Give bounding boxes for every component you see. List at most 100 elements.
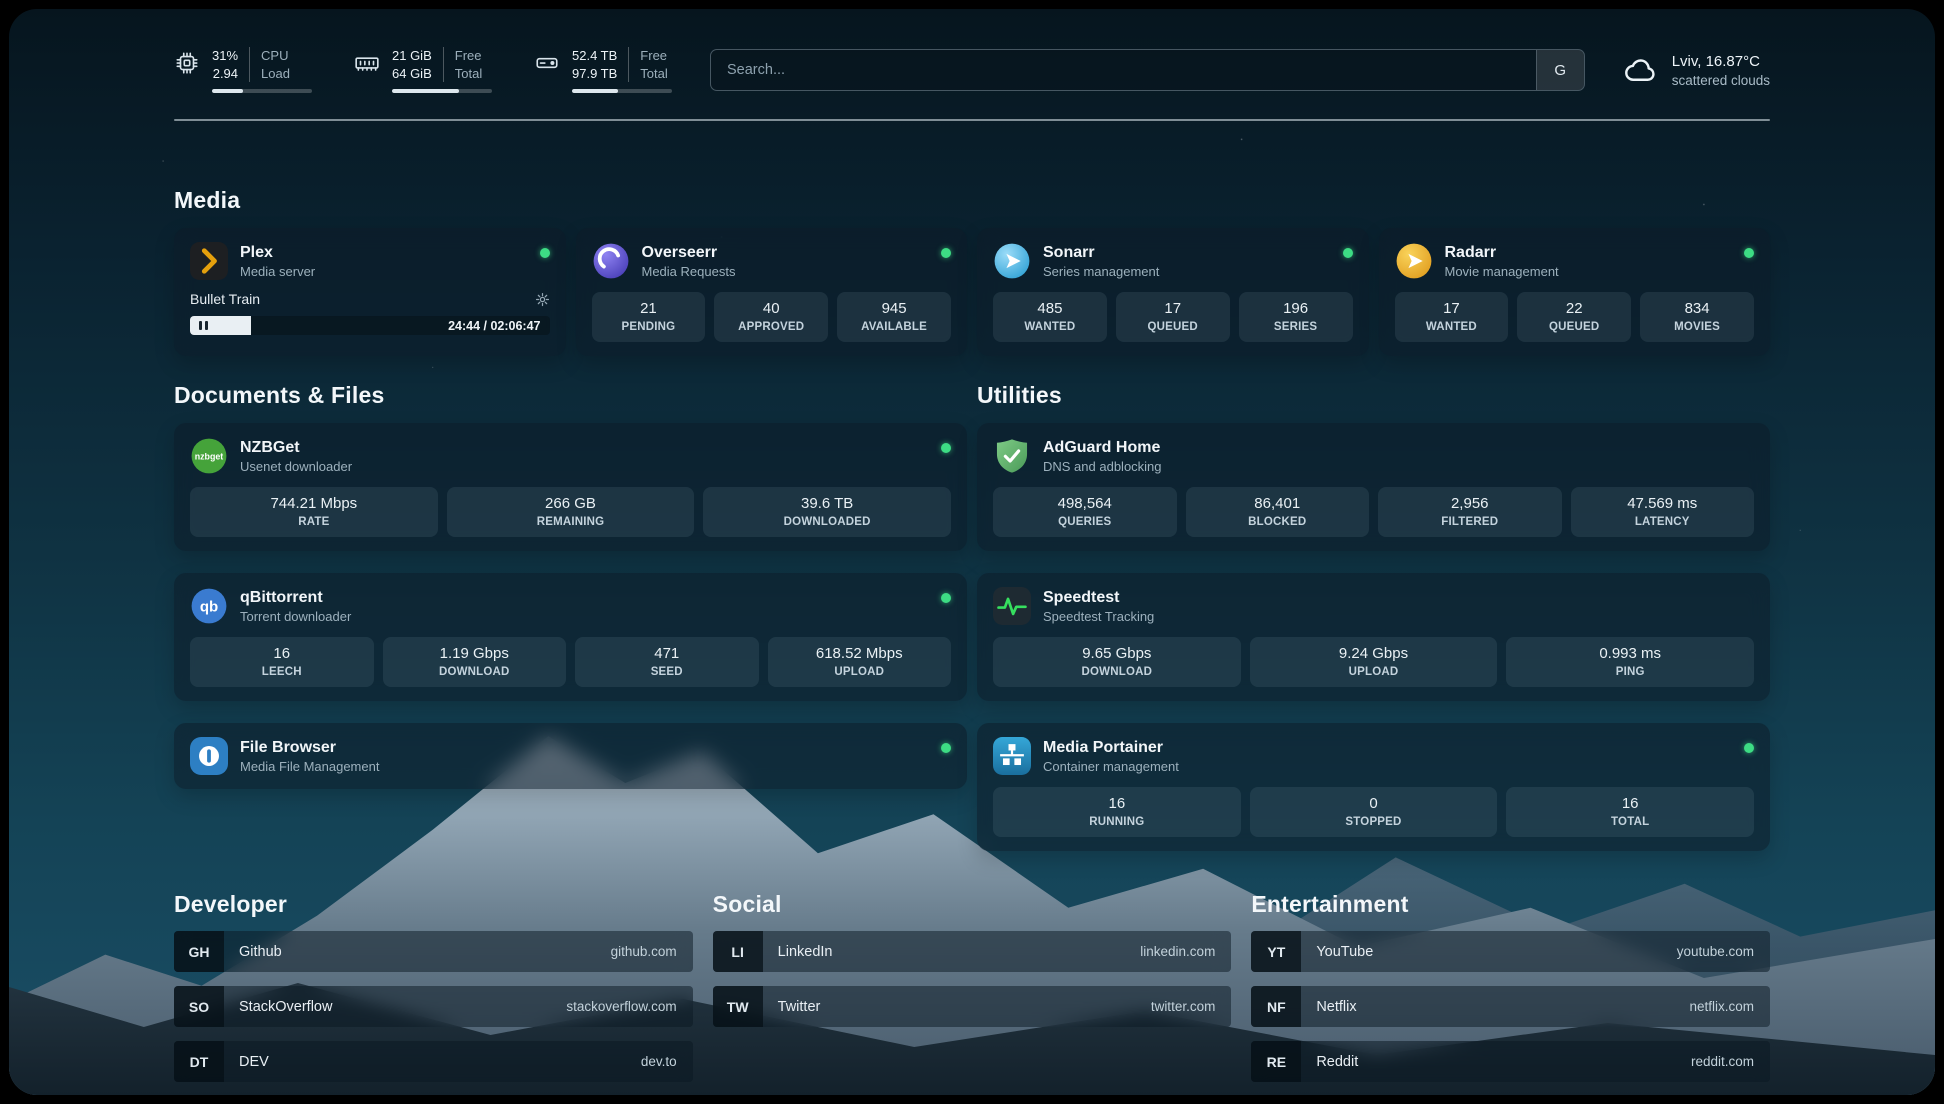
search-engine-button[interactable]: G — [1536, 50, 1584, 90]
app-name: AdGuard Home — [1043, 438, 1162, 457]
ram-free-label: Free — [455, 47, 482, 65]
status-dot — [1744, 743, 1754, 753]
app-subtitle: Media server — [240, 264, 315, 279]
cpu-icon — [174, 50, 200, 76]
stat-upload: 9.24 GbpsUPLOAD — [1250, 637, 1498, 687]
netflix-badge: NF — [1251, 986, 1301, 1027]
link-dev-to[interactable]: DT DEV dev.to — [174, 1041, 693, 1082]
svg-text:qb: qb — [200, 599, 218, 616]
stackoverflow-badge: SO — [174, 986, 224, 1027]
disk-free-value: 52.4 TB — [572, 47, 617, 65]
status-dot — [941, 743, 951, 753]
app-name: qBittorrent — [240, 588, 351, 607]
disk-total-label: Total — [640, 65, 667, 83]
app-subtitle: Torrent downloader — [240, 609, 351, 624]
app-card-adguard[interactable]: AdGuard Home DNS and adblocking 498,564Q… — [977, 423, 1770, 551]
stat-download: 1.19 GbpsDOWNLOAD — [383, 637, 567, 687]
reddit-badge: RE — [1251, 1041, 1301, 1082]
app-subtitle: Media File Management — [240, 759, 379, 774]
middle-columns: Documents & Files nzbget NZBGet Usenet d — [174, 382, 1770, 851]
app-card-sonarr[interactable]: Sonarr Series management 485WANTED 17QUE… — [977, 228, 1369, 356]
app-card-qbittorrent[interactable]: qb qBittorrent Torrent downloader 16LEEC… — [174, 573, 967, 701]
documents-column: Documents & Files nzbget NZBGet Usenet d — [174, 382, 967, 851]
status-dot — [1744, 248, 1754, 258]
stat-leech: 16LEECH — [190, 637, 374, 687]
stat-approved: 40APPROVED — [714, 292, 828, 342]
app-card-plex[interactable]: Plex Media server Bullet Train — [174, 228, 566, 356]
app-name: Radarr — [1445, 243, 1559, 262]
app-name: Sonarr — [1043, 243, 1159, 262]
ram-total-value: 64 GiB — [392, 65, 432, 83]
stat-wanted: 17WANTED — [1395, 292, 1509, 342]
stat-filtered: 2,956FILTERED — [1378, 487, 1562, 537]
playback-time: 24:44 / 02:06:47 — [448, 319, 540, 333]
link-netflix[interactable]: NF Netflix netflix.com — [1251, 986, 1770, 1027]
app-name: Overseerr — [642, 243, 736, 262]
disk-total-value: 97.9 TB — [572, 65, 617, 83]
app-name: Media Portainer — [1043, 738, 1179, 757]
section-heading-media: Media — [174, 187, 1770, 214]
adguard-icon — [993, 437, 1031, 475]
radarr-icon — [1395, 242, 1433, 280]
disk-metric: 52.4 TB 97.9 TB Free Total — [534, 47, 672, 93]
cpu-load-label: Load — [261, 65, 290, 83]
twitter-badge: TW — [713, 986, 763, 1027]
app-name: Speedtest — [1043, 588, 1154, 607]
github-badge: GH — [174, 931, 224, 972]
app-subtitle: Usenet downloader — [240, 459, 352, 474]
link-stackoverflow[interactable]: SO StackOverflow stackoverflow.com — [174, 986, 693, 1027]
app-subtitle: Container management — [1043, 759, 1179, 774]
app-card-speedtest[interactable]: Speedtest Speedtest Tracking 9.65 GbpsDO… — [977, 573, 1770, 701]
stat-movies: 834MOVIES — [1640, 292, 1754, 342]
link-youtube[interactable]: YT YouTube youtube.com — [1251, 931, 1770, 972]
section-heading-social: Social — [713, 891, 1232, 918]
stat-queued: 17QUEUED — [1116, 292, 1230, 342]
link-linkedin[interactable]: LI LinkedIn linkedin.com — [713, 931, 1232, 972]
ram-total-label: Total — [455, 65, 482, 83]
app-card-portainer[interactable]: Media Portainer Container management 16R… — [977, 723, 1770, 851]
cloud-icon — [1623, 55, 1659, 85]
stat-remaining: 266 GBREMAINING — [447, 487, 695, 537]
portainer-icon — [993, 737, 1031, 775]
social-links: Social LI LinkedIn linkedin.com TW Twitt… — [713, 891, 1232, 1082]
link-twitter[interactable]: TW Twitter twitter.com — [713, 986, 1232, 1027]
linkedin-badge: LI — [713, 931, 763, 972]
weather-widget[interactable]: Lviv, 16.87°C scattered clouds — [1623, 53, 1770, 88]
speedtest-icon — [993, 587, 1031, 625]
developer-links: Developer GH Github github.com SO StackO… — [174, 891, 693, 1082]
disk-progress-bar — [572, 89, 672, 93]
youtube-badge: YT — [1251, 931, 1301, 972]
dev-badge: DT — [174, 1041, 224, 1082]
section-heading-utilities: Utilities — [977, 382, 1770, 409]
app-card-filebrowser[interactable]: File Browser Media File Management — [174, 723, 967, 789]
search-input[interactable] — [711, 50, 1536, 90]
svg-text:nzbget: nzbget — [195, 452, 224, 462]
app-subtitle: Movie management — [1445, 264, 1559, 279]
cpu-load-value: 2.94 — [213, 65, 238, 83]
link-github[interactable]: GH Github github.com — [174, 931, 693, 972]
stat-blocked: 86,401BLOCKED — [1186, 487, 1370, 537]
weather-condition: scattered clouds — [1672, 73, 1770, 88]
link-reddit[interactable]: RE Reddit reddit.com — [1251, 1041, 1770, 1082]
stat-running: 16RUNNING — [993, 787, 1241, 837]
dashboard-window: 31% 2.94 CPU Load — [9, 9, 1935, 1095]
entertainment-links: Entertainment YT YouTube youtube.com NF … — [1251, 891, 1770, 1082]
app-subtitle: Media Requests — [642, 264, 736, 279]
sonarr-icon — [993, 242, 1031, 280]
stat-available: 945AVAILABLE — [837, 292, 951, 342]
app-card-overseerr[interactable]: Overseerr Media Requests 21PENDING 40APP… — [576, 228, 968, 356]
section-heading-developer: Developer — [174, 891, 693, 918]
settings-gear-icon[interactable] — [535, 292, 550, 307]
utilities-column: Utilities AdGuard Home — [977, 382, 1770, 851]
ram-metric: 21 GiB 64 GiB Free Total — [354, 47, 492, 93]
bookmark-sections: Developer GH Github github.com SO StackO… — [174, 891, 1770, 1082]
cpu-progress-bar — [212, 89, 312, 93]
media-card-grid: Plex Media server Bullet Train — [174, 228, 1770, 356]
system-metrics: 31% 2.94 CPU Load — [174, 47, 672, 93]
app-card-nzbget[interactable]: nzbget NZBGet Usenet downloader 744.21 M… — [174, 423, 967, 551]
app-card-radarr[interactable]: Radarr Movie management 17WANTED 22QUEUE… — [1379, 228, 1771, 356]
stat-downloaded: 39.6 TBDOWNLOADED — [703, 487, 951, 537]
pause-icon[interactable] — [199, 321, 208, 330]
stat-stopped: 0STOPPED — [1250, 787, 1498, 837]
plex-player-bar[interactable]: 24:44 / 02:06:47 — [190, 316, 550, 335]
